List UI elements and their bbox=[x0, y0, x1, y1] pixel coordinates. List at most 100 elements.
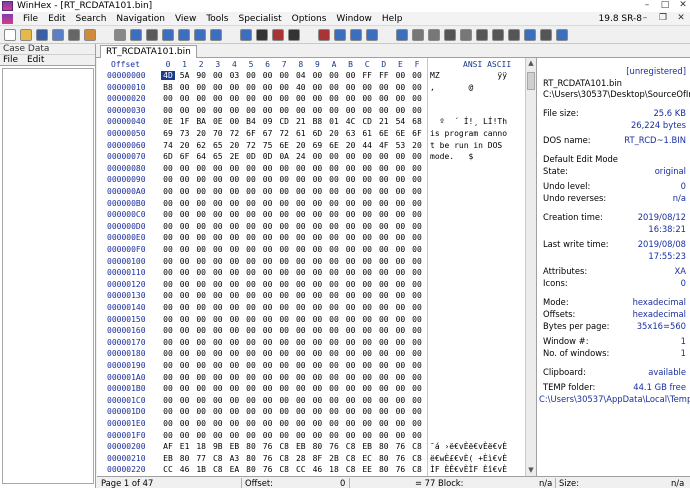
hex-byte[interactable]: 00 bbox=[377, 280, 391, 289]
hex-byte[interactable]: 00 bbox=[261, 291, 275, 300]
hex-byte[interactable]: 00 bbox=[327, 164, 341, 173]
hex-byte[interactable]: CC bbox=[294, 465, 308, 474]
hex-byte[interactable]: 00 bbox=[410, 106, 424, 115]
hex-byte[interactable]: 00 bbox=[327, 384, 341, 393]
hex-byte[interactable]: 00 bbox=[410, 431, 424, 440]
hex-byte[interactable]: 00 bbox=[360, 152, 374, 161]
hex-byte[interactable]: BA bbox=[194, 117, 208, 126]
hex-byte[interactable]: 00 bbox=[360, 233, 374, 242]
hex-byte[interactable]: 00 bbox=[161, 407, 175, 416]
hex-byte[interactable]: 0E bbox=[211, 117, 225, 126]
hex-byte[interactable]: 00 bbox=[194, 373, 208, 382]
hex-byte[interactable]: 1B bbox=[194, 465, 208, 474]
hex-byte[interactable]: 00 bbox=[211, 175, 225, 184]
hex-byte[interactable]: 00 bbox=[178, 349, 192, 358]
hex-byte[interactable]: 00 bbox=[344, 280, 358, 289]
hex-byte[interactable]: 00 bbox=[244, 106, 258, 115]
hex-byte[interactable]: 00 bbox=[410, 152, 424, 161]
hex-byte[interactable]: 00 bbox=[327, 71, 341, 80]
hex-byte[interactable]: 00 bbox=[360, 222, 374, 231]
hex-byte[interactable]: 00 bbox=[244, 326, 258, 335]
hex-byte[interactable]: 00 bbox=[161, 210, 175, 219]
hex-byte[interactable]: 20 bbox=[294, 141, 308, 150]
ansi-text[interactable]: º ´ Í!¸ LÍ!Th bbox=[430, 117, 507, 126]
hex-byte[interactable]: 00 bbox=[178, 291, 192, 300]
hex-row[interactable]: 00000110 00 00 00 00 00 00 00 00 00 00 00 00 00 00 00 00 bbox=[97, 268, 525, 278]
hex-byte[interactable]: 00 bbox=[227, 315, 241, 324]
hex-byte[interactable]: EB bbox=[360, 442, 374, 451]
hex-byte[interactable]: 00 bbox=[178, 419, 192, 428]
hex-byte[interactable]: 00 bbox=[410, 396, 424, 405]
hex-byte[interactable]: 00 bbox=[178, 373, 192, 382]
hex-byte[interactable]: 00 bbox=[261, 106, 275, 115]
hex-byte[interactable]: 00 bbox=[211, 303, 225, 312]
hex-byte[interactable]: 00 bbox=[178, 210, 192, 219]
hex-byte[interactable]: 20 bbox=[178, 141, 192, 150]
hex-byte[interactable]: 00 bbox=[178, 175, 192, 184]
hex-byte[interactable]: 00 bbox=[310, 106, 324, 115]
hex-byte[interactable]: 76 bbox=[261, 442, 275, 451]
hex-byte[interactable]: 00 bbox=[161, 280, 175, 289]
hex-byte[interactable]: 00 bbox=[393, 384, 407, 393]
hex-row[interactable]: 000000B0 00 00 00 00 00 00 00 00 00 00 00 00 00 00 00 00 bbox=[97, 199, 525, 209]
hex-row[interactable]: 00000160 00 00 00 00 00 00 00 00 00 00 00 00 00 00 00 00 bbox=[97, 326, 525, 336]
hex-byte[interactable]: 00 bbox=[294, 245, 308, 254]
hex-byte[interactable]: 80 bbox=[244, 442, 258, 451]
hex-byte[interactable]: 00 bbox=[410, 373, 424, 382]
hex-byte[interactable]: 00 bbox=[294, 222, 308, 231]
hex-byte[interactable]: 21 bbox=[294, 117, 308, 126]
close-file-icon[interactable] bbox=[114, 29, 126, 41]
hex-byte[interactable]: 00 bbox=[194, 384, 208, 393]
hex-byte[interactable]: 00 bbox=[360, 419, 374, 428]
hex-byte[interactable]: 00 bbox=[377, 431, 391, 440]
hex-byte[interactable]: 00 bbox=[344, 222, 358, 231]
hex-byte[interactable]: 6E bbox=[327, 141, 341, 150]
hex-byte[interactable]: 00 bbox=[327, 361, 341, 370]
case-menu-file[interactable]: File bbox=[0, 55, 21, 65]
hex-byte[interactable]: 00 bbox=[261, 257, 275, 266]
hex-byte[interactable]: 8F bbox=[310, 454, 324, 463]
hex-byte[interactable]: 21 bbox=[377, 117, 391, 126]
hex-byte[interactable]: 00 bbox=[194, 106, 208, 115]
hex-byte[interactable]: 00 bbox=[261, 233, 275, 242]
hex-byte[interactable]: 00 bbox=[410, 199, 424, 208]
hex-byte[interactable]: 00 bbox=[227, 384, 241, 393]
hex-byte[interactable]: CD bbox=[277, 117, 291, 126]
replace-hex-icon[interactable] bbox=[318, 29, 330, 41]
hex-byte[interactable]: 00 bbox=[244, 175, 258, 184]
hex-byte[interactable]: CD bbox=[360, 117, 374, 126]
hex-byte[interactable]: 0A bbox=[277, 152, 291, 161]
hex-byte[interactable]: 00 bbox=[310, 384, 324, 393]
hex-row[interactable]: 00000050 69 73 20 70 72 6F 67 72 61 6D 20 63 61 6E 6E 6F… bbox=[97, 129, 525, 139]
hex-byte[interactable]: 00 bbox=[211, 419, 225, 428]
hex-byte[interactable]: 00 bbox=[178, 396, 192, 405]
hex-byte[interactable]: 00 bbox=[178, 106, 192, 115]
tab-rt-rcdata101[interactable]: RT_RCDATA101.bin bbox=[100, 45, 197, 58]
hex-byte[interactable]: 00 bbox=[261, 407, 275, 416]
hex-byte[interactable]: 00 bbox=[194, 175, 208, 184]
hex-byte[interactable]: 00 bbox=[310, 71, 324, 80]
hex-row[interactable]: 00000190 00 00 00 00 00 00 00 00 00 00 00 00 00 00 00 00 bbox=[97, 361, 525, 371]
hex-byte[interactable]: 00 bbox=[393, 326, 407, 335]
hex-byte[interactable]: 00 bbox=[360, 94, 374, 103]
hex-byte[interactable]: 00 bbox=[211, 384, 225, 393]
menu-file[interactable]: File bbox=[18, 14, 43, 24]
hex-byte[interactable]: 00 bbox=[310, 210, 324, 219]
hex-byte[interactable]: 00 bbox=[211, 94, 225, 103]
hex-byte[interactable]: CC bbox=[161, 465, 175, 474]
paste-icon[interactable] bbox=[194, 29, 206, 41]
hex-byte[interactable]: 65 bbox=[211, 152, 225, 161]
hex-byte[interactable]: 00 bbox=[178, 268, 192, 277]
hex-byte[interactable]: 00 bbox=[211, 431, 225, 440]
hex-byte[interactable]: 00 bbox=[211, 326, 225, 335]
hex-byte[interactable]: 00 bbox=[377, 257, 391, 266]
hex-row[interactable]: 00000030 00 00 00 00 00 00 00 00 00 00 00 00 00 00 00 00 bbox=[97, 106, 525, 116]
hex-row[interactable]: 000001D0 00 00 00 00 00 00 00 00 00 00 00 00 00 00 00 00 bbox=[97, 407, 525, 417]
hex-byte[interactable]: 00 bbox=[360, 257, 374, 266]
hex-row[interactable]: 00000070 6D 6F 64 65 2E 0D 0D 0A 24 00 00 00 00 00 00 00… bbox=[97, 152, 525, 162]
options-icon[interactable] bbox=[508, 29, 520, 41]
hex-byte[interactable]: 00 bbox=[244, 407, 258, 416]
hex-byte[interactable]: 00 bbox=[227, 94, 241, 103]
ansi-text[interactable]: mode. $ bbox=[430, 152, 473, 161]
ansi-text[interactable]: ÌF ÈÊ€vÈÌF Èî€vÈ bbox=[430, 465, 507, 474]
